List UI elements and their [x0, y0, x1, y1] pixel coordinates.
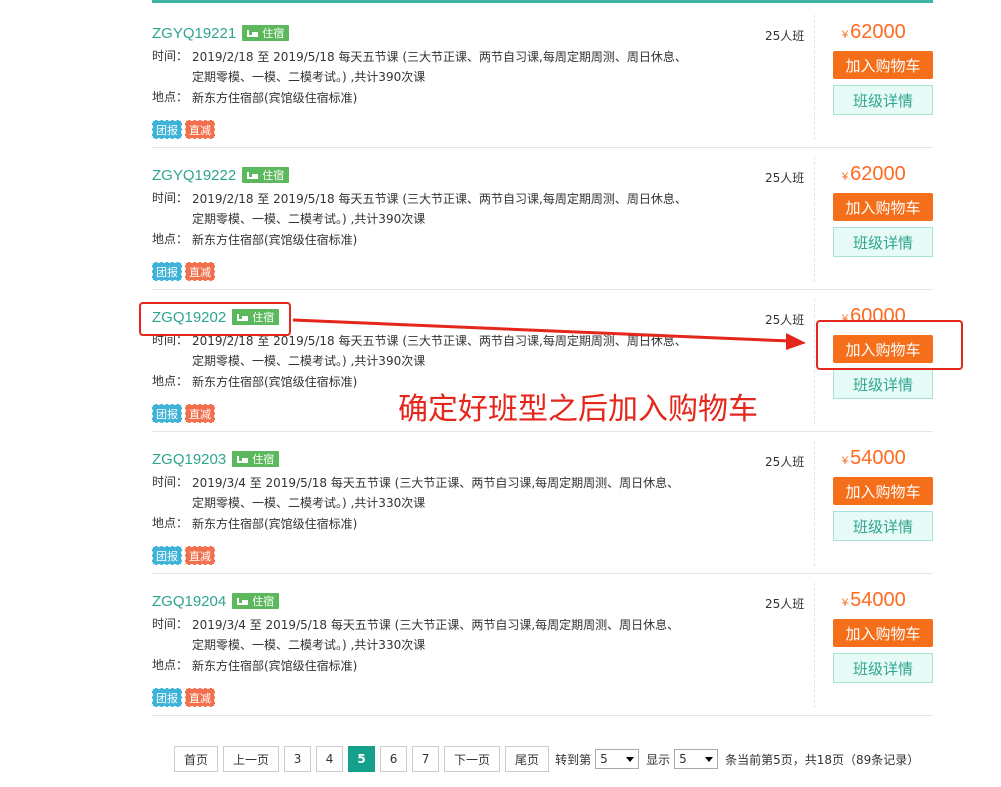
chevron-down-icon [626, 756, 635, 762]
first-page-button[interactable]: 首页 [174, 746, 219, 772]
annotation-text: 确定好班型之后加入购物车 [398, 392, 758, 427]
goto-page-select[interactable]: 5 [595, 749, 640, 769]
page-button-3[interactable]: 3 [284, 746, 312, 772]
show-label: 显示 [646, 752, 671, 767]
page-button-5-current[interactable]: 5 [348, 746, 376, 772]
pagination-summary: 条当前第5页，共18页（89条记录） [725, 752, 920, 767]
prev-page-button[interactable]: 上一页 [223, 746, 280, 772]
page-button-6[interactable]: 6 [380, 746, 408, 772]
pagination: 首页 上一页 3 4 5 6 7 下一页 尾页 转到第 5 显示 5 条当前第5… [174, 745, 923, 773]
page-button-7[interactable]: 7 [412, 746, 440, 772]
goto-page-value: 5 [600, 752, 608, 766]
last-page-button[interactable]: 尾页 [505, 746, 550, 772]
next-page-button[interactable]: 下一页 [444, 746, 501, 772]
page-button-4[interactable]: 4 [316, 746, 344, 772]
goto-label: 转到第 [555, 752, 592, 767]
chevron-down-icon [705, 756, 714, 762]
page-size-value: 5 [679, 752, 687, 766]
page-size-select[interactable]: 5 [674, 749, 719, 769]
